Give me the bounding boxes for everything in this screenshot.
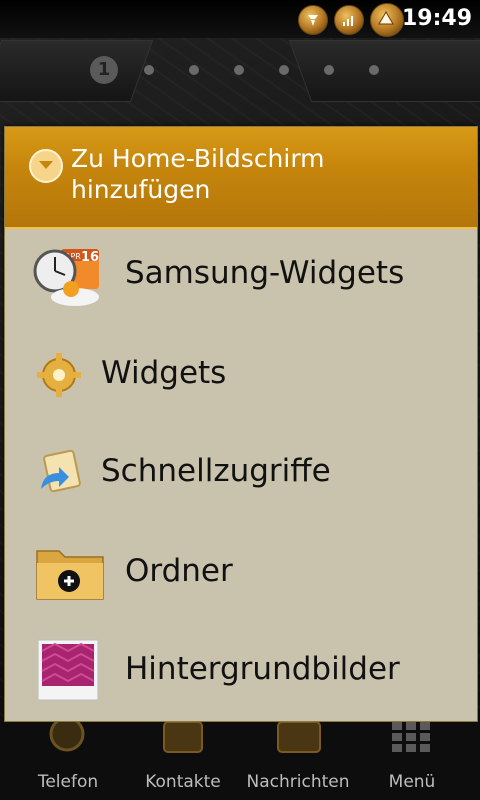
menu-item-label: Schnellzugriffe	[101, 453, 331, 489]
menu-item-widgets[interactable]: Widgets	[5, 327, 477, 425]
gear-icon	[35, 351, 83, 399]
dialog-title-line2: hinzufügen	[71, 175, 211, 204]
wallpaper-panel	[288, 40, 480, 102]
menu-grid-icon[interactable]	[386, 722, 440, 762]
menu-item-label: Ordner	[125, 553, 233, 589]
notification-icon	[370, 3, 404, 37]
page-indicator-dot[interactable]	[369, 65, 379, 75]
dialog-title-line1: Zu Home-Bildschirm	[71, 144, 325, 173]
shortcut-arrow-icon	[35, 449, 83, 497]
page-indicator-current[interactable]: 1	[90, 56, 118, 84]
contacts-icon[interactable]	[156, 721, 210, 762]
calendar-day: 16	[81, 250, 99, 265]
messages-icon[interactable]	[272, 721, 326, 762]
page-indicator-dot[interactable]	[234, 65, 244, 75]
dock: Telefon Kontakte Nachrichten Menü	[0, 716, 480, 800]
usb-icon	[298, 5, 328, 35]
dock-label[interactable]: Kontakte	[123, 772, 243, 792]
menu-item-label: Widgets	[101, 355, 227, 391]
status-bar: 19:49	[0, 0, 480, 38]
menu-item-hintergrundbilder[interactable]: Hintergrundbilder	[5, 623, 477, 721]
chevron-down-icon	[29, 149, 63, 183]
dock-label[interactable]: Telefon	[8, 772, 128, 792]
dock-label[interactable]: Menü	[352, 772, 472, 792]
menu-item-samsung-widgets[interactable]: APR 16 Samsung-Widgets	[5, 227, 477, 325]
page-indicator-dot[interactable]	[324, 65, 334, 75]
dialog-header: Zu Home-Bildschirm hinzufügen	[5, 127, 477, 229]
signal-icon	[334, 5, 364, 35]
page-indicator-dot[interactable]	[144, 65, 154, 75]
dock-label[interactable]: Nachrichten	[238, 772, 358, 792]
wallpaper-panel	[0, 40, 154, 102]
dialog-title: Zu Home-Bildschirm hinzufügen	[71, 143, 431, 205]
phone-icon[interactable]	[40, 716, 94, 762]
page-indicator-dot[interactable]	[189, 65, 199, 75]
menu-item-ordner[interactable]: Ordner	[5, 525, 477, 623]
add-to-home-dialog: Zu Home-Bildschirm hinzufügen APR 16 Sam…	[4, 126, 478, 722]
wallpaper-icon	[37, 639, 99, 701]
menu-item-label: Samsung-Widgets	[125, 255, 405, 291]
status-clock: 19:49	[401, 6, 472, 31]
clock-calendar-icon: APR 16	[31, 245, 103, 309]
menu-item-label: Hintergrundbilder	[125, 651, 400, 687]
page-indicator-dot[interactable]	[279, 65, 289, 75]
folder-add-icon	[35, 543, 105, 603]
menu-item-schnellzugriffe[interactable]: Schnellzugriffe	[5, 425, 477, 523]
